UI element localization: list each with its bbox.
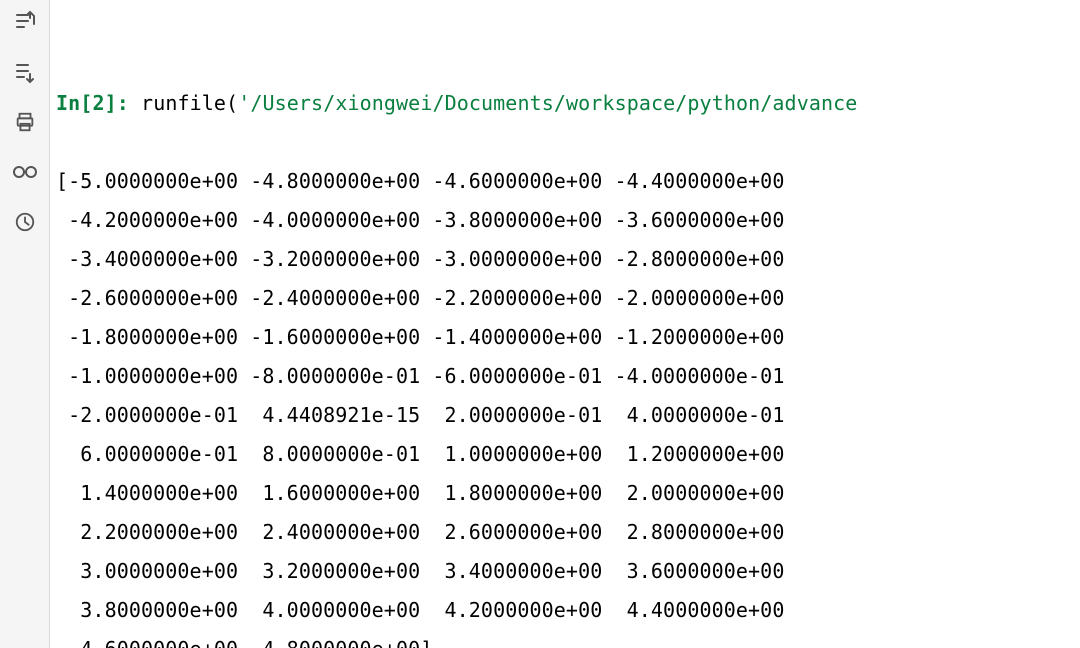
run-line-icon xyxy=(13,10,37,39)
app-root: In[2]: runfile('/Users/xiongwei/Document… xyxy=(0,0,1080,648)
ipython-console[interactable]: In[2]: runfile('/Users/xiongwei/Document… xyxy=(50,0,1080,648)
command-text: runfile( xyxy=(141,91,238,115)
run-line-button[interactable] xyxy=(7,6,43,42)
print-icon xyxy=(14,111,36,138)
history-icon xyxy=(14,211,36,238)
run-cell-icon xyxy=(13,60,37,89)
input-prompt: In[2]: xyxy=(56,91,129,115)
string-arg: '/Users/xiongwei/Documents/workspace/pyt… xyxy=(238,91,857,115)
stdout-output: [-5.0000000e+00 -4.8000000e+00 -4.600000… xyxy=(56,169,784,648)
history-button[interactable] xyxy=(7,206,43,242)
inspect-icon xyxy=(12,162,38,187)
print-button[interactable] xyxy=(7,106,43,142)
run-cell-button[interactable] xyxy=(7,56,43,92)
console-toolbar xyxy=(0,0,50,648)
inspect-button[interactable] xyxy=(7,156,43,192)
input-line: In[2]: runfile('/Users/xiongwei/Document… xyxy=(56,84,1070,123)
